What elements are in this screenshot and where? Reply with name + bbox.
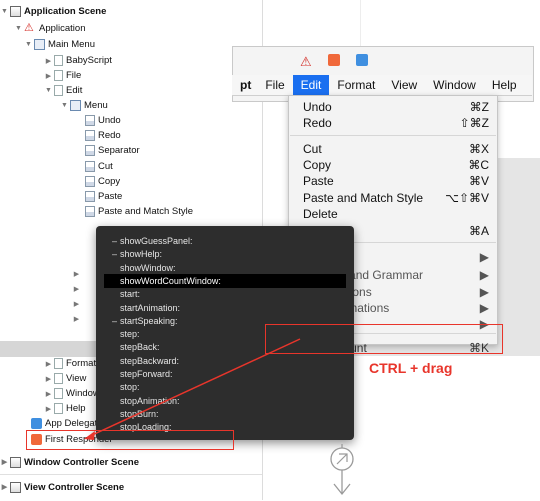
drag-arrow	[84, 338, 301, 440]
first-responder-highlight	[26, 430, 234, 450]
segue-icon	[327, 444, 357, 501]
annotation-ctrl-drag: CTRL + drag	[369, 360, 453, 376]
word-count-highlight	[265, 324, 503, 354]
